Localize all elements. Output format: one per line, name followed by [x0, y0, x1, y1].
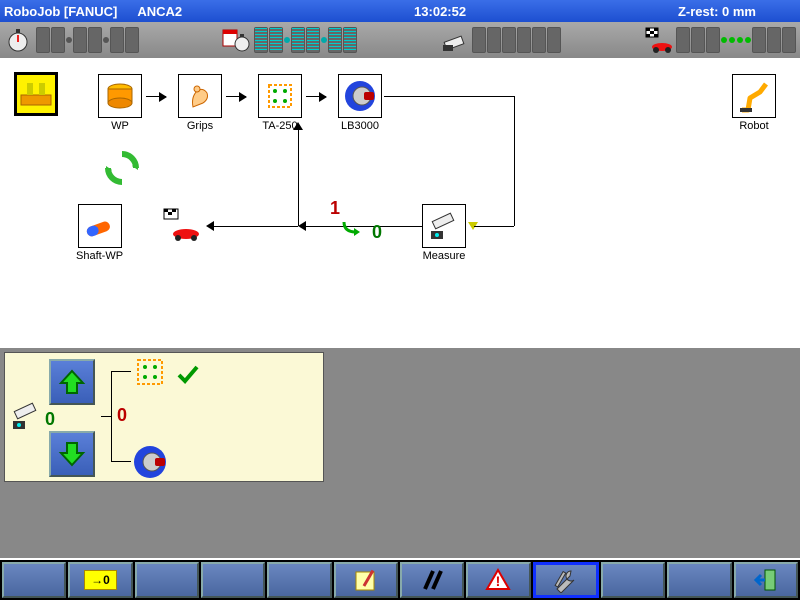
wp-node[interactable]: WP	[98, 74, 142, 132]
exit-icon	[753, 567, 779, 593]
timer2-digits	[254, 27, 357, 53]
robot-node[interactable]: Robot	[732, 74, 776, 132]
panel-updown	[49, 359, 95, 503]
start-node[interactable]	[14, 72, 58, 116]
panel-mid-value: 0	[117, 405, 127, 426]
arrow-ta250-lb3000	[306, 96, 326, 108]
lb3000-node[interactable]: LB3000	[338, 74, 382, 132]
panel-option-lb3000[interactable]	[131, 443, 169, 481]
line-down-measure	[514, 96, 515, 226]
arrow-branch-left	[206, 221, 214, 231]
line-to-measure	[474, 226, 514, 227]
warning-icon: !	[485, 567, 511, 593]
recycle-icon	[104, 150, 140, 186]
panel-option-grid[interactable]	[135, 357, 165, 387]
status-bar	[0, 22, 800, 58]
calendar-timer-icon	[222, 26, 250, 54]
ruler-icon	[440, 26, 468, 54]
arrow-wp-grips	[146, 96, 166, 108]
branch-arrow-icon	[342, 218, 362, 238]
arrow-grips-ta250	[226, 96, 246, 108]
finish-car-icon	[162, 208, 202, 242]
toolbar-btn-10[interactable]	[601, 562, 665, 598]
wrench-icon	[553, 567, 579, 593]
profile-name: ANCA2	[137, 4, 182, 19]
branch-label-1: 1	[330, 198, 340, 219]
shaftwp-label: Shaft-WP	[76, 250, 123, 262]
home-zero-icon: →0	[84, 570, 117, 590]
counter2-digits	[676, 27, 796, 53]
lower-area: 0 0	[0, 348, 800, 558]
down-button[interactable]	[49, 431, 95, 477]
arrow-branch-in	[298, 221, 306, 231]
line-branch-up	[298, 130, 299, 226]
toolbar-btn-1[interactable]	[2, 562, 66, 598]
toolbar-btn-exit[interactable]	[734, 562, 798, 598]
measure-label: Measure	[422, 250, 466, 262]
counter1-digits	[472, 27, 561, 53]
grips-node[interactable]: Grips	[178, 74, 222, 132]
toolbar-btn-11[interactable]	[667, 562, 731, 598]
process-flow: WP Grips TA-250 LB3000 Robot Measure 1 0	[0, 58, 800, 348]
panel-hline2	[111, 461, 131, 462]
branch-label-0: 0	[372, 222, 382, 243]
shaftwp-node[interactable]: Shaft-WP	[76, 204, 123, 262]
toolbar-btn-home[interactable]: →0	[68, 562, 132, 598]
finish-flag-car-icon	[644, 26, 672, 54]
measure-node[interactable]: Measure	[422, 204, 466, 262]
check-icon	[175, 361, 201, 387]
timer1-digits	[36, 27, 139, 53]
arrow-branch-up	[293, 122, 303, 130]
bottom-toolbar: →0 !	[0, 560, 800, 600]
line-lb-right	[384, 96, 514, 97]
toolbar-btn-4[interactable]	[201, 562, 265, 598]
toolbar-btn-notes[interactable]	[334, 562, 398, 598]
wp-label: WP	[98, 120, 142, 132]
toolbar-btn-tools[interactable]	[533, 562, 599, 598]
panel-hstub	[101, 416, 111, 417]
title-bar: RoboJob [FANUC] ANCA2 13:02:52 Z-rest: 0…	[0, 0, 800, 22]
toolbar-btn-alert[interactable]: !	[466, 562, 530, 598]
stopwatch-icon	[4, 26, 32, 54]
svg-text:!: !	[496, 573, 501, 589]
toolbar-btn-3[interactable]	[135, 562, 199, 598]
line-measure-branch	[306, 226, 422, 227]
grips-label: Grips	[178, 120, 222, 132]
notepad-icon	[353, 567, 379, 593]
clock: 13:02:52	[202, 4, 678, 19]
robot-label: Robot	[732, 120, 776, 132]
toolbar-btn-5[interactable]	[267, 562, 331, 598]
panel-ruler-icon	[11, 401, 41, 431]
app-name: RoboJob [FANUC]	[4, 4, 117, 19]
decision-panel: 0 0	[4, 352, 324, 482]
toolbar-btn-pause[interactable]	[400, 562, 464, 598]
panel-hline1	[111, 371, 131, 372]
panel-left-value: 0	[45, 409, 55, 430]
z-rest: Z-rest: 0 mm	[678, 4, 756, 19]
up-button[interactable]	[49, 359, 95, 405]
slash-icon	[419, 567, 445, 593]
line-branch-left	[214, 226, 298, 227]
lb3000-label: LB3000	[338, 120, 382, 132]
panel-vline	[111, 371, 112, 461]
